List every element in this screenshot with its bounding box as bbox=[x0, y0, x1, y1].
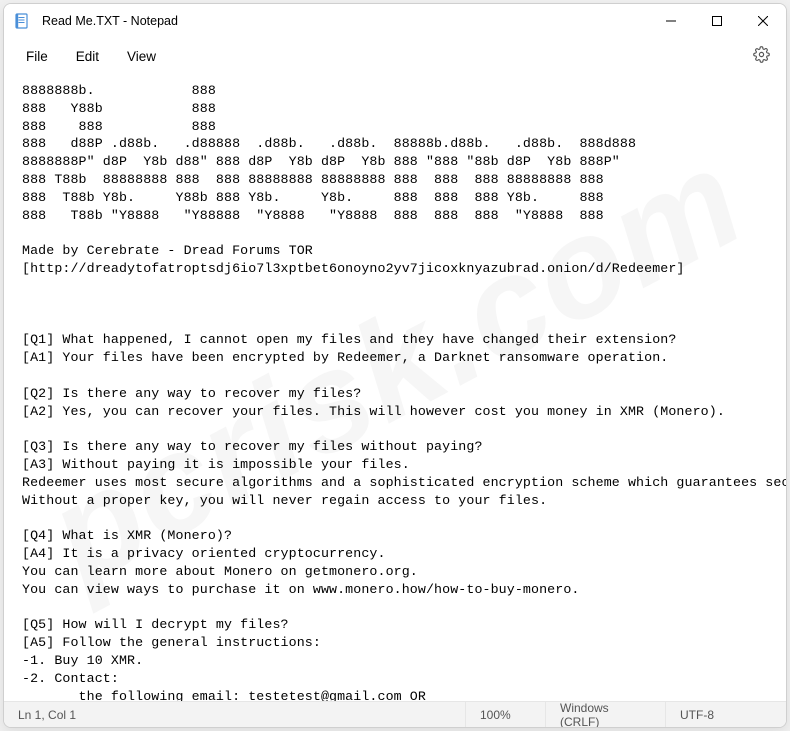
status-line-ending: Windows (CRLF) bbox=[546, 702, 666, 727]
titlebar[interactable]: Read Me.TXT - Notepad bbox=[4, 4, 786, 38]
status-cursor: Ln 1, Col 1 bbox=[4, 702, 90, 727]
notepad-icon bbox=[14, 13, 30, 29]
text-area[interactable]: 8888888b. 888 888 Y88b 888 888 888 888 8… bbox=[4, 74, 786, 701]
menu-edit[interactable]: Edit bbox=[62, 43, 113, 70]
status-encoding: UTF-8 bbox=[666, 702, 786, 727]
statusbar: Ln 1, Col 1 100% Windows (CRLF) UTF-8 bbox=[4, 701, 786, 727]
gear-icon bbox=[753, 46, 770, 66]
status-zoom[interactable]: 100% bbox=[466, 702, 546, 727]
window-title: Read Me.TXT - Notepad bbox=[42, 14, 648, 28]
maximize-button[interactable] bbox=[694, 4, 740, 38]
menubar: File Edit View bbox=[4, 38, 786, 74]
menu-view[interactable]: View bbox=[113, 43, 170, 70]
menu-file[interactable]: File bbox=[12, 43, 62, 70]
notepad-window: Read Me.TXT - Notepad File Edit View 888… bbox=[3, 3, 787, 728]
settings-button[interactable] bbox=[744, 39, 778, 73]
minimize-button[interactable] bbox=[648, 4, 694, 38]
window-controls bbox=[648, 4, 786, 38]
close-button[interactable] bbox=[740, 4, 786, 38]
